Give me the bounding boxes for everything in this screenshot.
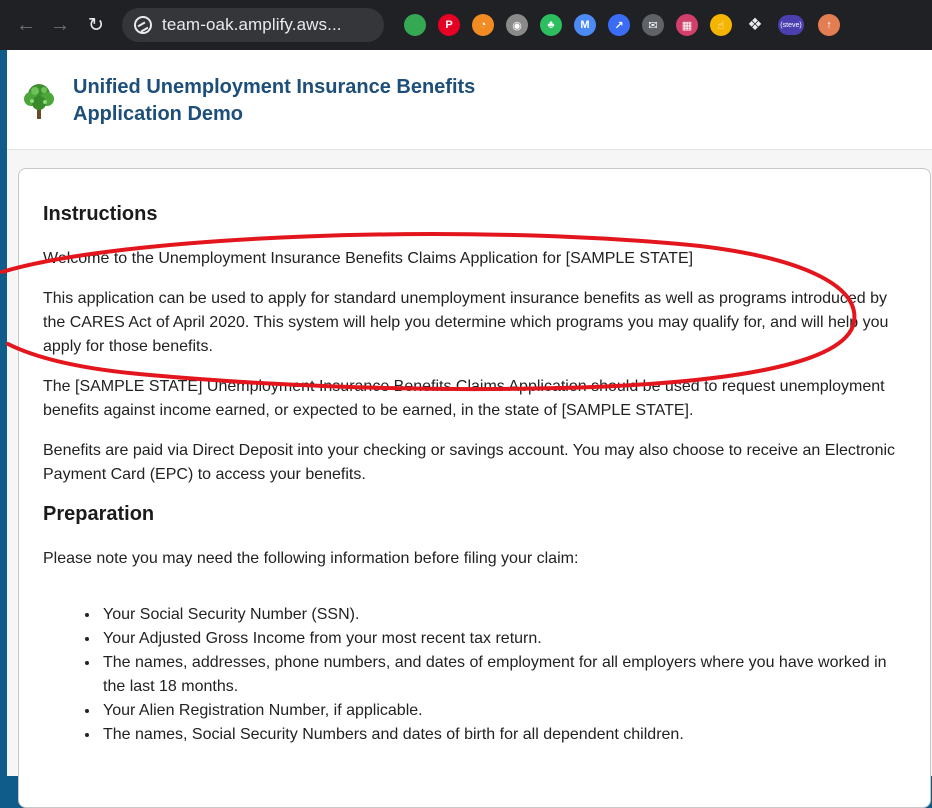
mail-icon[interactable]: ✉ xyxy=(642,14,664,36)
profile-avatar[interactable]: (steve) xyxy=(778,15,804,35)
page-title-line1: Unified Unemployment Insurance Benefits xyxy=(73,76,476,98)
puzzle-extensions-icon[interactable]: ❖ xyxy=(744,14,766,36)
page: Unified Unemployment Insurance Benefits … xyxy=(7,50,932,808)
list-item: The names, addresses, phone numbers, and… xyxy=(100,651,903,699)
thumbs-up-icon[interactable]: ☝ xyxy=(710,14,732,36)
green-dot-extension-icon[interactable] xyxy=(404,14,426,36)
back-arrow-icon[interactable]: ← xyxy=(12,11,40,39)
page-title-line2: Application Demo xyxy=(73,103,244,125)
site-info-icon[interactable] xyxy=(134,16,152,34)
record-icon[interactable]: ◉ xyxy=(506,14,528,36)
app-header: Unified Unemployment Insurance Benefits … xyxy=(7,50,932,150)
reload-icon[interactable]: ↻ xyxy=(82,11,110,39)
rss-icon[interactable]: ◔ xyxy=(472,14,494,36)
payment-paragraph: Benefits are paid via Direct Deposit int… xyxy=(43,442,896,483)
extension-icons: P ◔ ◉ ♣ M ↗ ✉ ▦ ☝ ❖ xyxy=(398,14,772,36)
welcome-paragraph: Welcome to the Unemployment Insurance Be… xyxy=(43,250,694,267)
list-item: Your Alien Registration Number, if appli… xyxy=(100,699,903,723)
usage-paragraph: The [SAMPLE STATE] Unemployment Insuranc… xyxy=(43,378,885,419)
blue-arrow-extension-icon[interactable]: ↗ xyxy=(608,14,630,36)
page-title: Unified Unemployment Insurance Benefits … xyxy=(73,74,553,128)
grid-extension-icon[interactable]: ▦ xyxy=(676,14,698,36)
list-item: Your Adjusted Gross Income from your mos… xyxy=(100,627,903,651)
update-icon[interactable]: ↑ xyxy=(818,14,840,36)
program-paragraph: This application can be used to apply fo… xyxy=(43,290,889,355)
list-item: The names, Social Security Numbers and d… xyxy=(100,723,903,747)
preparation-heading: Preparation xyxy=(43,503,155,525)
mailtrack-icon[interactable]: M xyxy=(574,14,596,36)
preparation-intro: Please note you may need the following i… xyxy=(43,550,579,567)
pinterest-icon[interactable]: P xyxy=(438,14,460,36)
address-bar[interactable]: team-oak.amplify.aws... xyxy=(122,8,384,42)
url-text: team-oak.amplify.aws... xyxy=(162,15,342,34)
browser-toolbar: ← → ↻ team-oak.amplify.aws... P ◔ ◉ ♣ M ↗ ✉ ▦ ☝ ❖… xyxy=(0,0,932,50)
instructions-card: Instructions Welcome to the Unemployment… xyxy=(18,168,931,808)
preparation-list: Your Social Security Number (SSN). Your … xyxy=(43,603,903,747)
list-item: Your Social Security Number (SSN). xyxy=(100,603,903,627)
evernote-icon[interactable]: ♣ xyxy=(540,14,562,36)
tree-logo-icon xyxy=(24,84,54,119)
forward-arrow-icon[interactable]: → xyxy=(46,11,74,39)
instructions-heading: Instructions xyxy=(43,203,158,225)
